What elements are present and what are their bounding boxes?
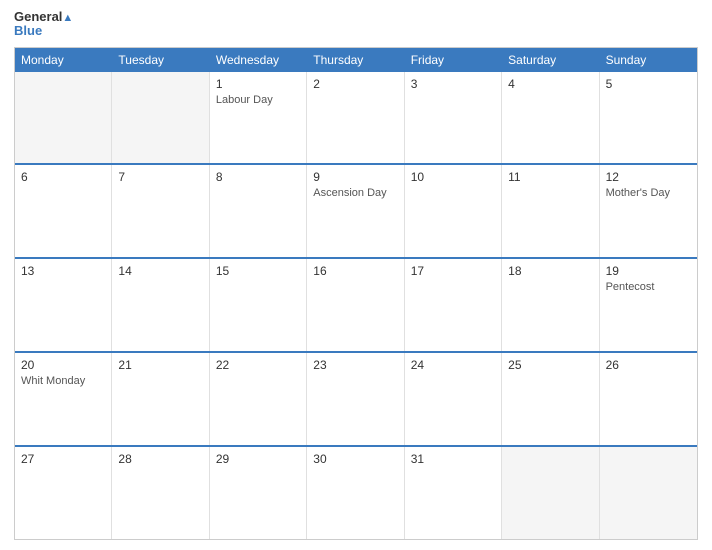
- day-cell: 1 Labour Day: [210, 72, 307, 164]
- holiday-label: Mother's Day: [606, 186, 691, 200]
- day-number: 7: [118, 170, 202, 184]
- day-header-sunday: Sunday: [600, 48, 697, 72]
- day-cell: 12 Mother's Day: [600, 165, 697, 257]
- day-number: 19: [606, 264, 691, 278]
- day-header-monday: Monday: [15, 48, 112, 72]
- day-header-friday: Friday: [405, 48, 502, 72]
- logo-text: General▲ Blue: [14, 10, 73, 39]
- day-cell: [112, 72, 209, 164]
- holiday-label: Ascension Day: [313, 186, 397, 200]
- day-number: 16: [313, 264, 397, 278]
- week-row-2: 6789 Ascension Day 10 11 12 Mother's Day: [15, 163, 697, 257]
- day-number: 5: [606, 77, 691, 91]
- week-row-5: 27 28 29 30 31: [15, 445, 697, 539]
- day-cell: 13: [15, 259, 112, 351]
- day-number: 26: [606, 358, 691, 372]
- day-number: 4: [508, 77, 592, 91]
- day-cell: 23: [307, 353, 404, 445]
- day-number: 13: [21, 264, 105, 278]
- day-cell: 27: [15, 447, 112, 539]
- day-header-thursday: Thursday: [307, 48, 404, 72]
- day-number: 21: [118, 358, 202, 372]
- day-cell: 17: [405, 259, 502, 351]
- day-cell: 18: [502, 259, 599, 351]
- day-number: 15: [216, 264, 300, 278]
- day-number: 8: [216, 170, 300, 184]
- day-cell: 11: [502, 165, 599, 257]
- weeks-container: 1Labour Day23456789Ascension Day101112Mo…: [15, 72, 697, 539]
- day-number: 3: [411, 77, 495, 91]
- day-cell: 22: [210, 353, 307, 445]
- day-number: 27: [21, 452, 105, 466]
- day-number: 20: [21, 358, 105, 372]
- day-header-saturday: Saturday: [502, 48, 599, 72]
- week-row-3: 13 14 15 16 17 18 19 Pentecost: [15, 257, 697, 351]
- day-number: 29: [216, 452, 300, 466]
- day-header-wednesday: Wednesday: [210, 48, 307, 72]
- day-cell: [600, 447, 697, 539]
- week-row-1: 1 Labour Day 2345: [15, 72, 697, 164]
- day-number: 28: [118, 452, 202, 466]
- day-number: 22: [216, 358, 300, 372]
- day-cell: 29: [210, 447, 307, 539]
- day-cell: 31: [405, 447, 502, 539]
- day-number: 24: [411, 358, 495, 372]
- week-row-4: 20 Whit Monday 21 22 23 24 25 26: [15, 351, 697, 445]
- day-number: 31: [411, 452, 495, 466]
- day-cell: 9 Ascension Day: [307, 165, 404, 257]
- holiday-label: Whit Monday: [21, 374, 105, 388]
- day-cell: 30: [307, 447, 404, 539]
- calendar-page: General▲ Blue MondayTuesdayWednesdayThur…: [0, 0, 712, 550]
- logo: General▲ Blue: [14, 10, 73, 39]
- day-cell: 14: [112, 259, 209, 351]
- day-number: 1: [216, 77, 300, 91]
- holiday-label: Labour Day: [216, 93, 300, 107]
- day-cell: 26: [600, 353, 697, 445]
- day-cell: 19 Pentecost: [600, 259, 697, 351]
- day-cell: 28: [112, 447, 209, 539]
- day-cell: [502, 447, 599, 539]
- day-cell: 4: [502, 72, 599, 164]
- day-cell: 6: [15, 165, 112, 257]
- day-number: 2: [313, 77, 397, 91]
- day-number: 11: [508, 170, 592, 184]
- day-number: 6: [21, 170, 105, 184]
- header: General▲ Blue: [14, 10, 698, 39]
- day-cell: 15: [210, 259, 307, 351]
- day-cell: 8: [210, 165, 307, 257]
- holiday-label: Pentecost: [606, 280, 691, 294]
- day-cell: 3: [405, 72, 502, 164]
- day-number: 10: [411, 170, 495, 184]
- day-number: 14: [118, 264, 202, 278]
- day-cell: 20 Whit Monday: [15, 353, 112, 445]
- day-cell: 25: [502, 353, 599, 445]
- day-cell: 16: [307, 259, 404, 351]
- day-number: 18: [508, 264, 592, 278]
- day-cell: 5: [600, 72, 697, 164]
- day-number: 9: [313, 170, 397, 184]
- day-cell: 2: [307, 72, 404, 164]
- day-header-tuesday: Tuesday: [112, 48, 209, 72]
- day-number: 25: [508, 358, 592, 372]
- day-number: 23: [313, 358, 397, 372]
- day-cell: 10: [405, 165, 502, 257]
- day-number: 12: [606, 170, 691, 184]
- days-header-row: MondayTuesdayWednesdayThursdayFridaySatu…: [15, 48, 697, 72]
- day-cell: 7: [112, 165, 209, 257]
- day-cell: 24: [405, 353, 502, 445]
- calendar-grid: MondayTuesdayWednesdayThursdayFridaySatu…: [14, 47, 698, 540]
- day-cell: 21: [112, 353, 209, 445]
- day-cell: [15, 72, 112, 164]
- day-number: 17: [411, 264, 495, 278]
- day-number: 30: [313, 452, 397, 466]
